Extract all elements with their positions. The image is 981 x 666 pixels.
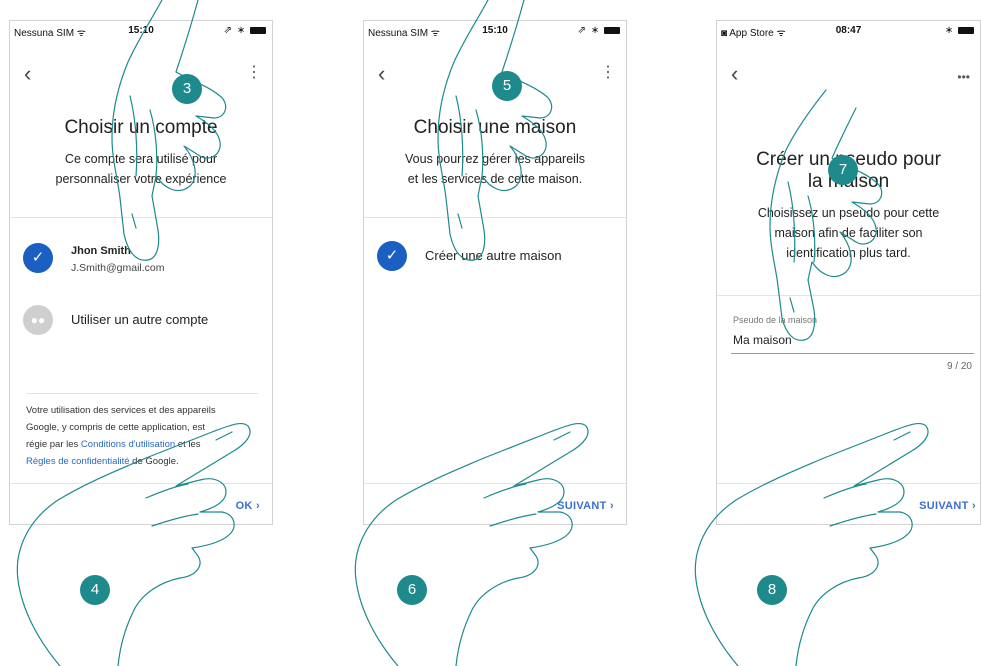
battery-icon (250, 26, 266, 34)
legal-text: régie par les (26, 439, 81, 450)
page-subtitle: Vous pourrez gérer les appareils et les … (374, 149, 616, 189)
step-badge-8: 8 (757, 575, 787, 605)
legal-line: Votre utilisation des services et des ap… (26, 405, 216, 416)
page-title: Choisir un compte (64, 117, 218, 138)
status-bar: Nessuna SIM ᯤ 15:10 ⇗ ∗ (364, 21, 626, 39)
page-subtitle: Ce compte sera utilisé pour personnalise… (20, 149, 262, 189)
back-icon[interactable]: ‹ (24, 63, 31, 85)
check-icon: ✓ (377, 241, 407, 271)
status-icons: ⇗ ∗ (224, 25, 266, 36)
more-vert-icon[interactable]: ⋮ (246, 65, 262, 81)
step-badge-6: 6 (397, 575, 427, 605)
subtitle-line: personnaliser votre expérience (55, 172, 227, 186)
bluetooth-icon: ⇗ ∗ (223, 25, 247, 36)
subtitle-line: et les services de cette maison. (407, 172, 583, 186)
check-icon: ✓ (23, 243, 53, 273)
step-badge-3: 3 (172, 74, 202, 104)
use-other-account-label: Utiliser un autre compte (71, 312, 209, 327)
status-time: 08:47 (835, 25, 862, 36)
legal-line: Google, y compris de cette application, … (26, 422, 206, 433)
step-badge-4: 4 (80, 575, 110, 605)
legal-line: régie par les Conditions d'utilisation e… (26, 436, 258, 453)
ok-button[interactable]: OK › (236, 500, 260, 512)
people-icon: ●● (23, 305, 53, 335)
battery-icon (604, 26, 620, 34)
page-subtitle: Choisissez un pseudo pour cette maison a… (727, 203, 970, 263)
status-icons: ⇗ ∗ (578, 25, 620, 36)
char-counter: 9 / 20 (946, 361, 972, 372)
subtitle-line: Choisissez un pseudo pour cette (757, 206, 940, 220)
legal-notice: Votre utilisation des services et des ap… (26, 402, 258, 470)
create-home-label: Créer une autre maison (425, 248, 562, 263)
status-icons: ∗ (945, 25, 974, 36)
more-horiz-icon[interactable]: ••• (957, 69, 970, 85)
back-icon[interactable]: ‹ (731, 63, 738, 85)
legal-text: et les (175, 439, 201, 450)
bluetooth-icon: ⇗ ∗ (577, 25, 601, 36)
divider (717, 295, 980, 296)
input-underline (731, 353, 974, 354)
subtitle-line: identification plus tard. (786, 246, 911, 260)
next-button[interactable]: SUIVANT › (557, 500, 614, 512)
legal-text: de Google. (129, 456, 179, 467)
phone-screen-choose-account: Nessuna SIM ᯤ 15:10 ⇗ ∗ ‹ ⋮ Choisir un c… (9, 20, 273, 525)
divider (26, 393, 258, 394)
privacy-link[interactable]: Règles de confidentialité (26, 456, 130, 467)
more-vert-icon[interactable]: ⋮ (600, 65, 616, 81)
next-button[interactable]: SUIVANT › (919, 500, 976, 512)
back-icon[interactable]: ‹ (378, 63, 385, 85)
status-bar: ◙ App Store ᯤ 08:47 ∗ (717, 21, 980, 39)
account-email: J.Smith@gmail.com (71, 262, 165, 274)
divider (364, 217, 626, 218)
nickname-field-label: Pseudo de la maison (733, 315, 818, 325)
subtitle-line: Vous pourrez gérer les appareils (405, 152, 585, 166)
account-name: Jhon Smith (71, 245, 131, 257)
nickname-input[interactable]: Ma maison (733, 333, 792, 347)
page-title: Choisir une maison (413, 117, 577, 138)
phone-screen-home-nickname: ◙ App Store ᯤ 08:47 ∗ ‹ ••• Créer un pse… (716, 20, 981, 525)
terms-link[interactable]: Conditions d'utilisation (81, 439, 175, 450)
status-bar: Nessuna SIM ᯤ 15:10 ⇗ ∗ (10, 21, 272, 39)
subtitle-line: maison afin de faciliter son (774, 226, 923, 240)
step-badge-5: 5 (492, 71, 522, 101)
bluetooth-icon: ∗ (944, 25, 955, 36)
divider (10, 217, 272, 218)
legal-line: Règles de confidentialité de Google. (26, 453, 258, 470)
subtitle-line: Ce compte sera utilisé pour (64, 152, 218, 166)
step-badge-7: 7 (828, 155, 858, 185)
divider (10, 483, 272, 484)
divider (717, 483, 980, 484)
battery-icon (958, 26, 974, 34)
divider (364, 483, 626, 484)
